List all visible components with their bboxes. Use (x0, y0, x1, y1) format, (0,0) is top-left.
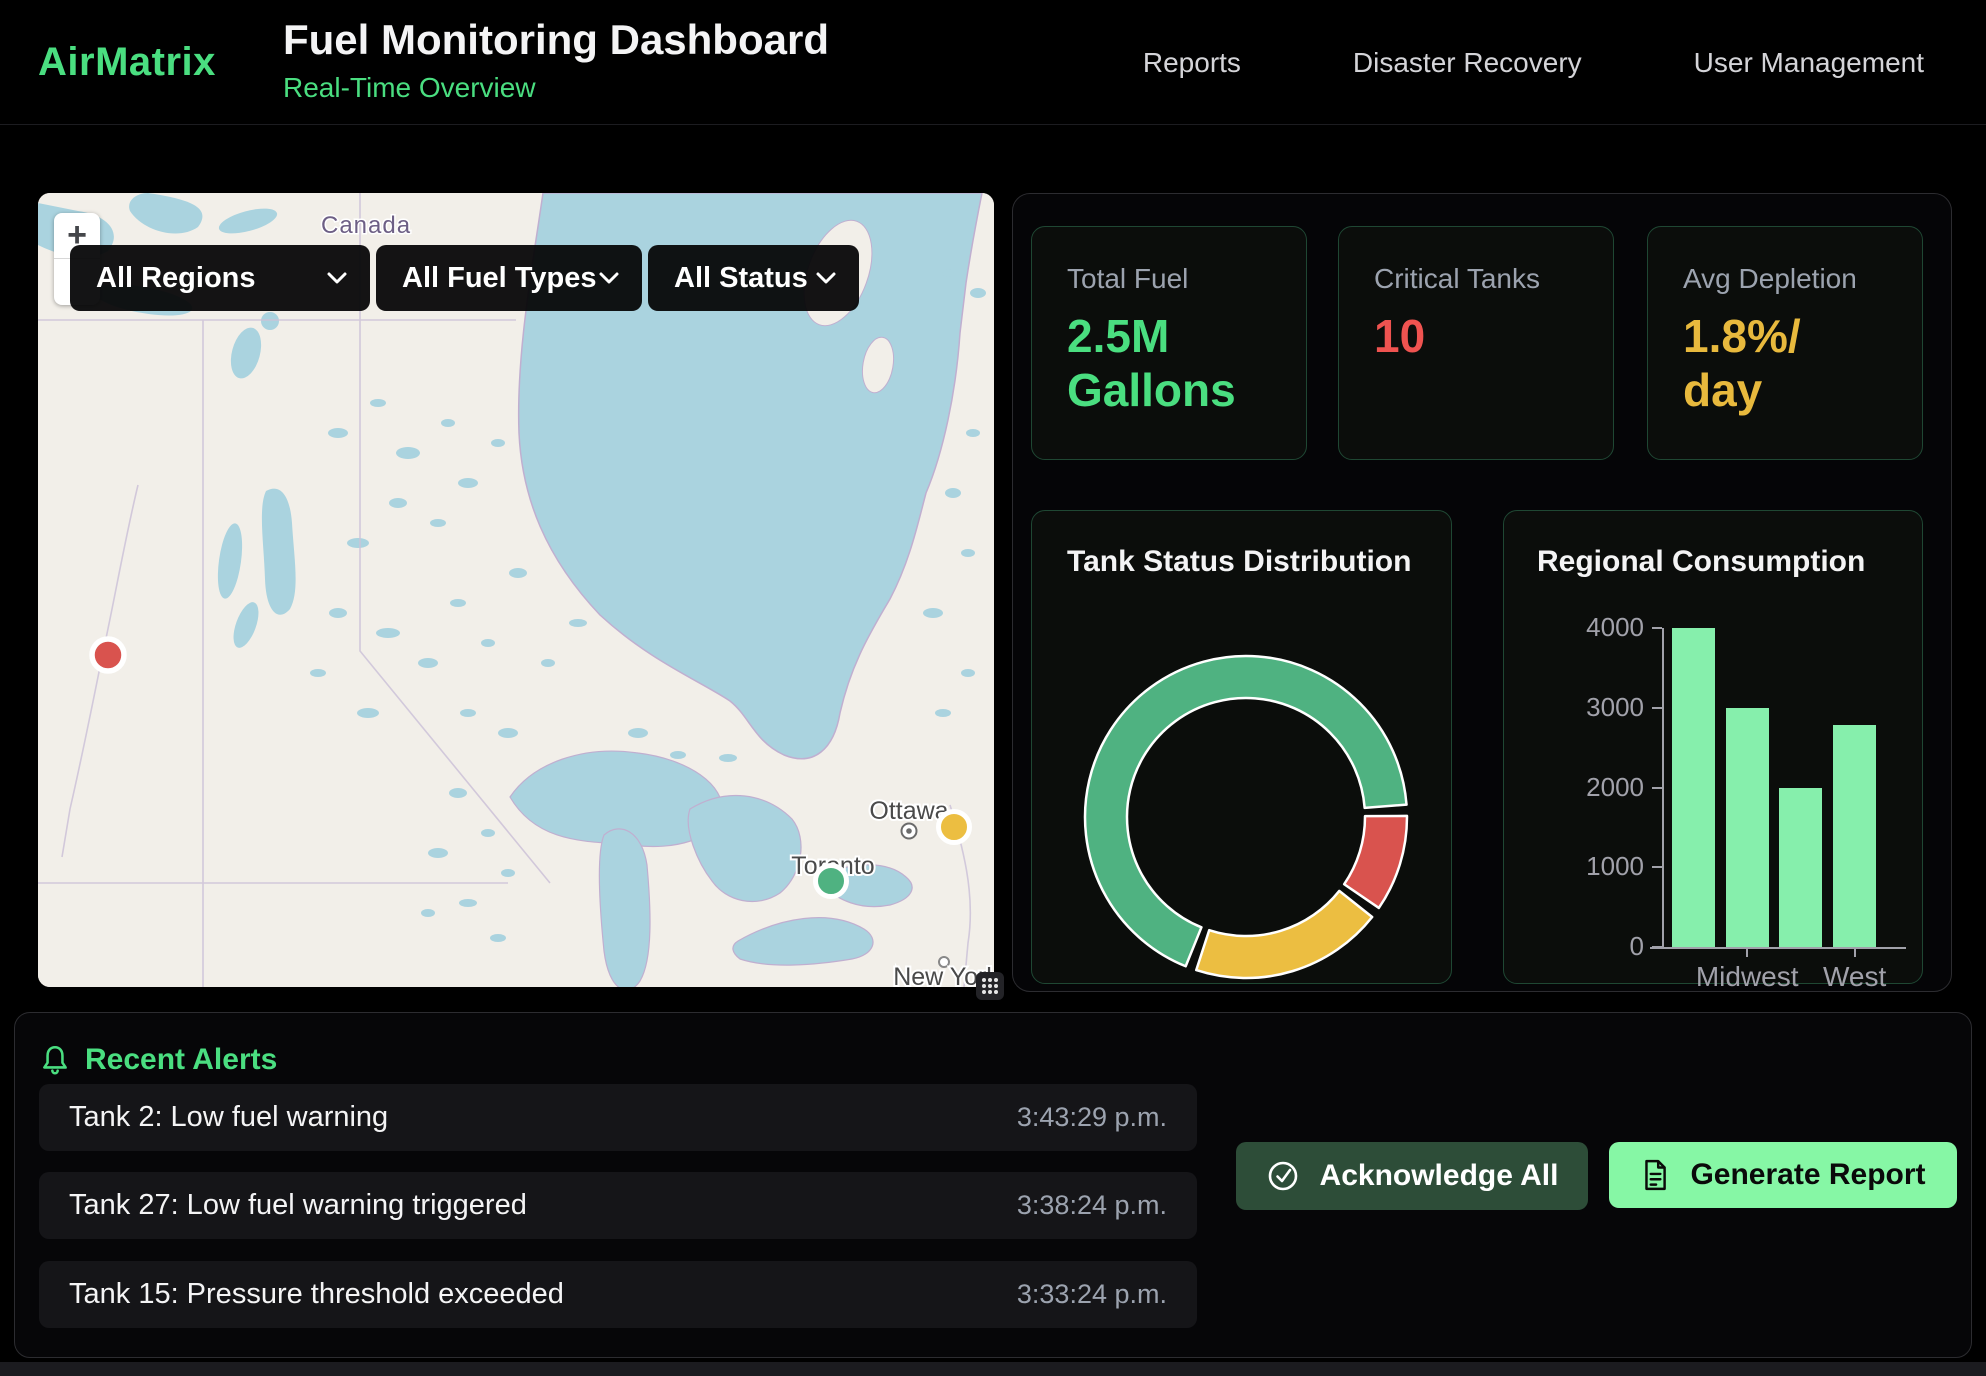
generate-report-label: Generate Report (1690, 1158, 1925, 1192)
y-tick-mark (1652, 627, 1662, 629)
map-marker-warning[interactable] (939, 812, 970, 843)
alert-message: Tank 27: Low fuel warning triggered (69, 1189, 527, 1222)
dashboard-root: AirMatrix Fuel Monitoring Dashboard Real… (0, 0, 1986, 1376)
y-tick-label: 0 (1574, 931, 1644, 962)
fuel-type-filter-value: All Fuel Types (402, 262, 596, 295)
acknowledge-all-label: Acknowledge All (1320, 1159, 1559, 1193)
recent-alerts-panel: Recent Alerts Tank 2: Low fuel warning 3… (14, 1012, 1972, 1358)
stat-label: Critical Tanks (1374, 263, 1613, 295)
bar-midwest (1726, 708, 1769, 947)
nav-user-management[interactable]: User Management (1694, 47, 1924, 79)
donut-chart-title: Tank Status Distribution (1067, 545, 1411, 579)
donut-segment-critical (1344, 816, 1407, 908)
map-label-canada: Canada (321, 212, 411, 239)
alert-row[interactable]: Tank 27: Low fuel warning triggered 3:38… (39, 1172, 1197, 1239)
stat-value-critical-tanks: 10 (1374, 309, 1574, 363)
map-marker-critical[interactable] (92, 639, 124, 671)
y-tick-label: 2000 (1574, 772, 1644, 803)
x-tick-mark (1854, 949, 1856, 957)
alert-row[interactable]: Tank 2: Low fuel warning 3:43:29 p.m. (39, 1084, 1197, 1151)
page-subtitle: Real-Time Overview (283, 72, 829, 104)
stat-label: Total Fuel (1067, 263, 1306, 295)
bell-icon (39, 1043, 71, 1077)
bar-chart-title: Regional Consumption (1537, 545, 1865, 579)
alert-message: Tank 2: Low fuel warning (69, 1101, 388, 1134)
map-canvas[interactable]: Canada Ottawa Toronto New York (38, 193, 994, 987)
main-nav: Reports Disaster Recovery User Managemen… (1143, 0, 1924, 125)
alert-message: Tank 15: Pressure threshold exceeded (69, 1278, 564, 1311)
stat-card-avg-depletion: Avg Depletion 1.8%/day (1647, 226, 1923, 460)
stat-value-avg-depletion: 1.8%/day (1683, 309, 1818, 418)
metrics-panel: Total Fuel 2.5M Gallons Critical Tanks 1… (1012, 193, 1952, 992)
document-icon (1640, 1159, 1670, 1191)
map-panel[interactable]: Canada Ottawa Toronto New York + All Reg… (38, 193, 994, 987)
y-tick-mark (1652, 707, 1662, 709)
y-tick-mark (1652, 866, 1662, 868)
tank-status-chart-card: Tank Status Distribution (1031, 510, 1452, 984)
map-resize-handle[interactable] (976, 972, 1004, 1000)
nav-disaster-recovery[interactable]: Disaster Recovery (1353, 47, 1582, 79)
y-tick-label: 1000 (1574, 851, 1644, 882)
y-tick-label: 3000 (1574, 692, 1644, 723)
generate-report-button[interactable]: Generate Report (1609, 1142, 1957, 1208)
fuel-type-filter-dropdown[interactable]: All Fuel Types (376, 245, 642, 311)
brand-logo: AirMatrix (38, 40, 216, 85)
bar-region-1 (1672, 628, 1715, 947)
chevron-down-icon (326, 271, 348, 285)
alert-timestamp: 3:43:29 p.m. (1017, 1102, 1167, 1133)
region-filter-value: All Regions (96, 262, 256, 295)
bottom-strip (0, 1362, 1986, 1376)
stat-card-total-fuel: Total Fuel 2.5M Gallons (1031, 226, 1307, 460)
bar-chart-y-axis (1662, 628, 1664, 949)
map-filter-row: All Regions All Fuel Types All Status (70, 245, 859, 311)
app-header: AirMatrix Fuel Monitoring Dashboard Real… (0, 0, 1986, 125)
bar-region-3 (1779, 788, 1822, 948)
map-label-ottawa: Ottawa (869, 797, 948, 825)
tank-status-donut-chart (1032, 511, 1453, 985)
bar-west (1833, 725, 1876, 947)
region-filter-dropdown[interactable]: All Regions (70, 245, 370, 311)
stat-value-total-fuel: 2.5M Gallons (1067, 309, 1267, 418)
chevron-down-icon (598, 271, 620, 285)
check-circle-icon (1266, 1159, 1300, 1193)
donut-segment-warning (1196, 891, 1372, 978)
alerts-title: Recent Alerts (85, 1043, 277, 1077)
x-tick-mark (1746, 949, 1748, 957)
stat-card-critical-tanks: Critical Tanks 10 (1338, 226, 1614, 460)
map-lake (261, 312, 279, 330)
alerts-header: Recent Alerts (39, 1043, 277, 1077)
ottawa-city-dot-center (906, 828, 912, 834)
nav-reports[interactable]: Reports (1143, 47, 1241, 79)
chevron-down-icon (815, 271, 837, 285)
alert-timestamp: 3:38:24 p.m. (1017, 1190, 1167, 1221)
stat-label: Avg Depletion (1683, 263, 1922, 295)
regional-consumption-chart-card: Regional Consumption 01000200030004000Mi… (1503, 510, 1923, 984)
y-tick-label: 4000 (1574, 612, 1644, 643)
status-filter-value: All Status (674, 262, 808, 295)
alert-row[interactable]: Tank 15: Pressure threshold exceeded 3:3… (39, 1261, 1197, 1328)
status-filter-dropdown[interactable]: All Status (648, 245, 859, 311)
map-marker-normal[interactable] (816, 866, 847, 897)
title-block: Fuel Monitoring Dashboard Real-Time Over… (283, 16, 829, 104)
y-tick-mark (1652, 946, 1662, 948)
y-tick-mark (1652, 787, 1662, 789)
x-tick-label: West (1780, 961, 1930, 993)
bar-chart-x-axis (1650, 947, 1906, 949)
alert-timestamp: 3:33:24 p.m. (1017, 1279, 1167, 1310)
page-title: Fuel Monitoring Dashboard (283, 16, 829, 64)
regional-consumption-bar-chart: 01000200030004000MidwestWest (1664, 628, 1902, 947)
acknowledge-all-button[interactable]: Acknowledge All (1236, 1142, 1588, 1210)
